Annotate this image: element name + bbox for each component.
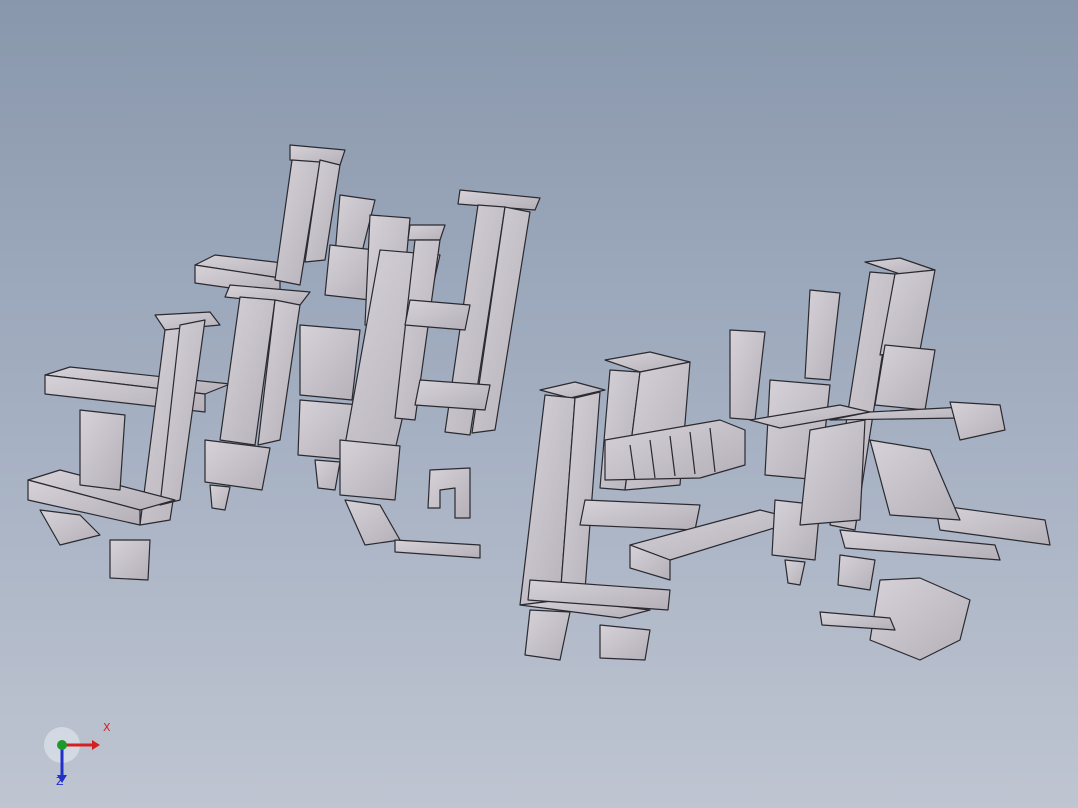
cad-graphics-viewport[interactable]: X Z [0,0,1078,808]
right-fixture-assembly[interactable] [519,257,1051,661]
z-axis-label: Z [56,775,64,788]
axis-arrows-icon [44,727,100,783]
x-axis-label: X [103,721,111,734]
cad-model-scene[interactable] [0,0,1078,808]
coordinate-triad: X Z [40,721,120,795]
left-fixture-assembly[interactable] [27,144,541,581]
